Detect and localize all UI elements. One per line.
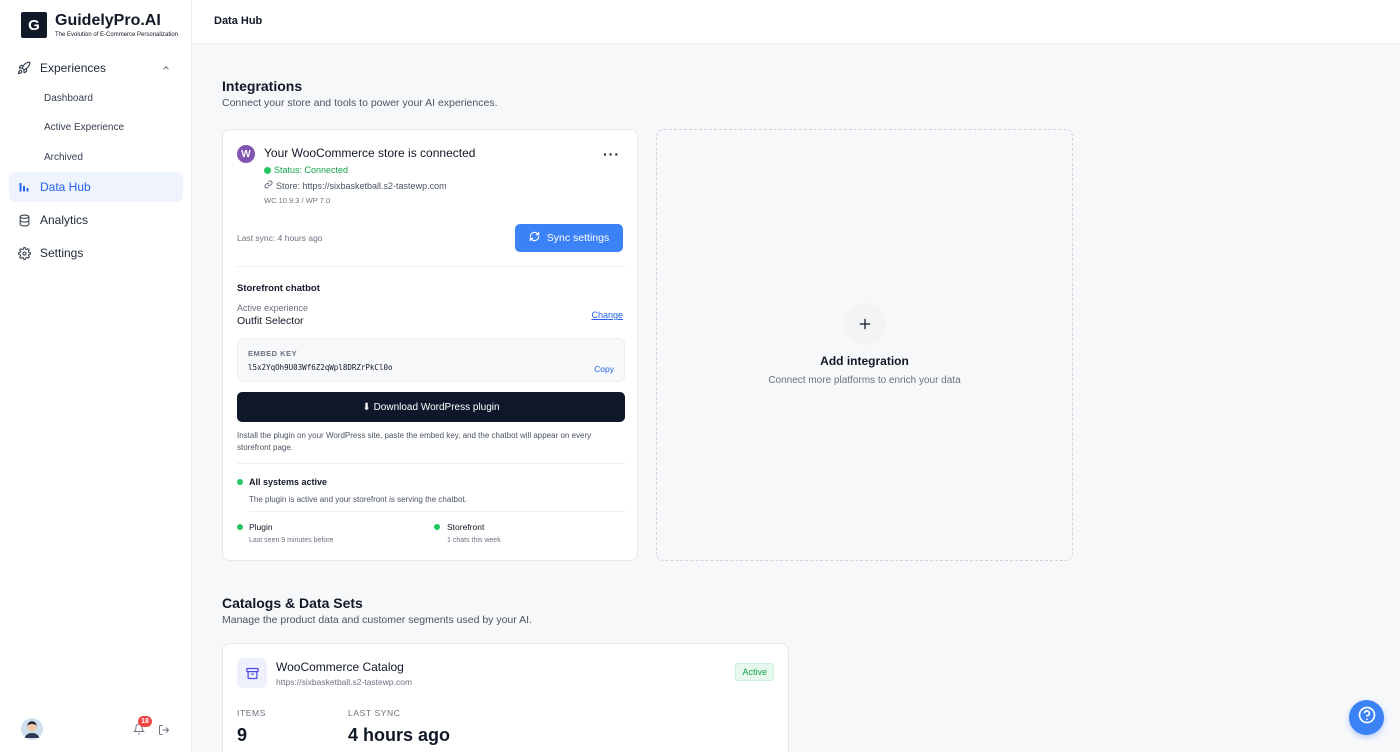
storefront-status-subtitle: 1 chats this week — [447, 537, 501, 544]
storefront-status-title: Storefront — [447, 522, 485, 532]
status-dot — [264, 166, 271, 174]
brand-tagline: The Evolution of E-Commerce Personalizat… — [55, 32, 179, 38]
systems-status-title: All systems active — [249, 477, 328, 487]
sidebar-item-label: Analytics — [40, 213, 89, 227]
status-badge: Active — [735, 663, 774, 681]
store-url: Store: https://sixbasketball.s2-tastewp.… — [264, 180, 447, 191]
chatbot-title: Storefront chatbot — [237, 283, 320, 294]
embed-key-label: EMBED KEY — [248, 349, 298, 358]
change-experience-link[interactable]: Change — [591, 310, 623, 320]
sync-settings-label: Sync settings — [546, 232, 610, 244]
version-info: WC 10.9.3 / WP 7.0 — [264, 196, 331, 205]
catalog-title: WooCommerce Catalog — [276, 660, 404, 674]
help-icon — [1357, 705, 1377, 730]
embed-key-box: EMBED KEY l5x2YqOh9U03Wf6Z2qWpl8DRZrPkCl… — [237, 338, 625, 382]
integrations-title: Integrations — [222, 78, 303, 94]
divider — [249, 511, 625, 512]
last-sync-text: Last sync: 4 hours ago — [237, 233, 323, 243]
items-value: 9 — [237, 725, 248, 745]
database-icon — [17, 213, 31, 227]
connection-status: Status: Connected — [264, 165, 348, 175]
notification-badge: 18 — [138, 716, 152, 727]
rocket-icon — [17, 61, 31, 75]
status-dot — [237, 524, 243, 530]
more-options-button[interactable]: ··· — [603, 146, 620, 162]
catalog-card[interactable]: WooCommerce Catalog https://sixbasketbal… — [222, 643, 789, 752]
sidebar-subitem-dashboard[interactable]: Dashboard — [44, 93, 93, 104]
sidebar-subitem-archived[interactable]: Archived — [44, 152, 83, 163]
integrations-subtitle: Connect your store and tools to power yo… — [222, 97, 498, 109]
integration-title: Your WooCommerce store is connected — [264, 146, 476, 160]
sidebar-item-label: Data Hub — [40, 180, 91, 194]
sync-settings-button[interactable]: Sync settings — [515, 224, 623, 252]
chevron-up-icon[interactable] — [161, 62, 171, 76]
sidebar-item-settings[interactable]: Settings — [9, 238, 183, 268]
install-instructions: Install the plugin on your WordPress sit… — [237, 431, 592, 452]
sidebar-item-analytics[interactable]: Analytics — [9, 205, 183, 235]
status-dot — [434, 524, 440, 530]
sidebar-subitem-active-experience[interactable]: Active Experience — [44, 122, 124, 133]
link-icon — [264, 180, 276, 191]
plus-icon — [844, 303, 886, 345]
sidebar: G GuidelyPro.AI The Evolution of E-Comme… — [0, 0, 192, 752]
add-integration-subtitle: Connect more platforms to enrich your da… — [768, 375, 961, 386]
sidebar-item-data-hub[interactable]: Data Hub — [9, 172, 183, 202]
sync-icon — [529, 231, 547, 245]
add-integration-card[interactable]: Add integration Connect more platforms t… — [656, 129, 1073, 561]
help-button[interactable] — [1349, 700, 1384, 735]
download-plugin-button[interactable]: ⬇ Download WordPress plugin — [237, 392, 625, 422]
active-experience-label: Active experience — [237, 303, 309, 313]
status-dot — [237, 479, 243, 485]
systems-status-subtitle: The plugin is active and your storefront… — [249, 495, 467, 504]
brand-logo: G — [21, 12, 47, 38]
items-label: ITEMS — [237, 708, 266, 718]
store-url-text: Store: https://sixbasketball.s2-tastewp.… — [276, 180, 447, 191]
embed-key-value: l5x2YqOh9U03Wf6Z2qWpl8DRZrPkCl0o — [248, 363, 393, 372]
bar-chart-icon — [17, 180, 31, 194]
topbar: Data Hub — [192, 0, 1400, 44]
plugin-status-subtitle: Last seen 9 minutes before — [249, 537, 334, 544]
plugin-status-title: Plugin — [249, 522, 273, 532]
copy-button[interactable]: Copy — [594, 364, 614, 374]
catalogs-title: Catalogs & Data Sets — [222, 595, 363, 611]
woocommerce-integration-card: W Your WooCommerce store is connected ··… — [222, 129, 638, 561]
catalog-url: https://sixbasketball.s2-tastewp.com — [276, 677, 413, 687]
sidebar-item-label: Experiences — [40, 61, 107, 75]
active-experience-value: Outfit Selector — [237, 315, 304, 327]
logout-icon[interactable] — [158, 723, 170, 741]
gear-icon — [17, 246, 31, 260]
add-integration-title: Add integration — [820, 354, 909, 368]
sidebar-item-label: Settings — [40, 246, 84, 260]
status-text: Status: Connected — [274, 165, 349, 175]
divider — [237, 463, 625, 464]
woocommerce-icon: W — [237, 145, 255, 163]
avatar[interactable] — [21, 718, 43, 740]
sidebar-item-experiences[interactable]: Experiences — [9, 53, 183, 83]
archive-icon — [237, 658, 267, 688]
page-title: Data Hub — [214, 15, 263, 27]
divider — [237, 266, 625, 267]
last-sync-label: LAST SYNC — [348, 708, 401, 718]
brand-name: GuidelyPro.AI — [55, 12, 161, 29]
last-sync-value: 4 hours ago — [348, 725, 451, 745]
catalogs-subtitle: Manage the product data and customer seg… — [222, 614, 532, 626]
brand[interactable]: G GuidelyPro.AI The Evolution of E-Comme… — [21, 12, 178, 38]
